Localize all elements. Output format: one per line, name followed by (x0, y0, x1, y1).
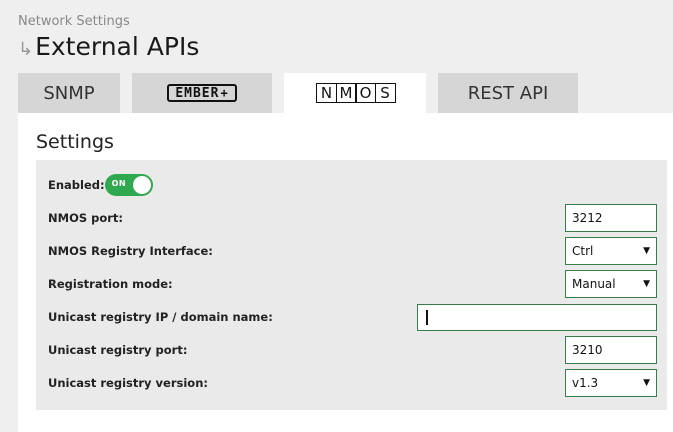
registration-mode-label: Registration mode: (48, 277, 173, 291)
registry-interface-label: NMOS Registry Interface: (48, 244, 213, 258)
nmos-port-input[interactable]: 3212 (565, 204, 657, 232)
settings-panel: Settings Enabled: ON NMOS port: 3212 NMO… (18, 113, 673, 432)
return-arrow-icon: ↳ (18, 39, 34, 60)
toggle-on-label: ON (111, 179, 127, 188)
row-enabled: Enabled: ON (48, 171, 657, 199)
unicast-ip-input[interactable] (417, 303, 657, 331)
ember-logo-plus: + (220, 86, 229, 100)
ember-logo-text: EMBER (175, 85, 220, 101)
chevron-down-icon: ▼ (643, 378, 650, 388)
tab-snmp-label: SNMP (43, 82, 95, 104)
tab-rest-api[interactable]: REST API (438, 73, 578, 113)
ember-plus-logo: EMBER + (167, 84, 237, 102)
nmos-logo-letter: M (335, 83, 357, 103)
section-title: Settings (36, 131, 114, 153)
tab-nmos[interactable]: N M O S (284, 73, 426, 113)
unicast-ip-label: Unicast registry IP / domain name: (48, 310, 273, 324)
unicast-port-input[interactable]: 3210 (565, 336, 657, 364)
chevron-down-icon: ▼ (643, 246, 650, 256)
tab-rest-api-label: REST API (467, 82, 549, 104)
nmos-logo-letter: S (374, 83, 396, 103)
breadcrumb[interactable]: Network Settings (18, 14, 130, 29)
unicast-version-value: v1.3 (572, 376, 599, 390)
text-cursor (426, 309, 428, 325)
row-unicast-version: Unicast registry version: v1.3 ▼ (48, 369, 657, 397)
chevron-down-icon: ▼ (643, 279, 650, 289)
registry-interface-value: Ctrl (572, 244, 594, 258)
tab-bar: SNMP EMBER + N M O S REST API (18, 73, 590, 113)
registry-interface-select[interactable]: Ctrl ▼ (565, 237, 657, 265)
row-nmos-port: NMOS port: 3212 (48, 204, 657, 232)
settings-box: Enabled: ON NMOS port: 3212 NMOS Registr… (36, 160, 667, 410)
row-unicast-port: Unicast registry port: 3210 (48, 336, 657, 364)
row-registration-mode: Registration mode: Manual ▼ (48, 270, 657, 298)
nmos-logo-letter: O (355, 83, 376, 103)
row-unicast-ip: Unicast registry IP / domain name: (48, 303, 657, 331)
nmos-port-label: NMOS port: (48, 211, 124, 225)
registration-mode-select[interactable]: Manual ▼ (565, 270, 657, 298)
unicast-port-value: 3210 (572, 343, 603, 357)
enabled-toggle[interactable]: ON (104, 174, 153, 196)
registration-mode-value: Manual (572, 277, 616, 291)
tab-snmp[interactable]: SNMP (18, 73, 120, 113)
unicast-version-label: Unicast registry version: (48, 376, 208, 390)
unicast-port-label: Unicast registry port: (48, 343, 188, 357)
page-header: ↳ External APIs (18, 32, 199, 61)
toggle-knob (132, 176, 151, 194)
tab-ember-plus[interactable]: EMBER + (132, 73, 272, 113)
nmos-logo-letter: N (316, 83, 337, 103)
enabled-label: Enabled: (48, 178, 105, 192)
nmos-port-value: 3212 (572, 211, 603, 225)
unicast-version-select[interactable]: v1.3 ▼ (565, 369, 657, 397)
row-registry-interface: NMOS Registry Interface: Ctrl ▼ (48, 237, 657, 265)
page-title: External APIs (35, 32, 200, 61)
nmos-logo: N M O S (316, 83, 396, 103)
